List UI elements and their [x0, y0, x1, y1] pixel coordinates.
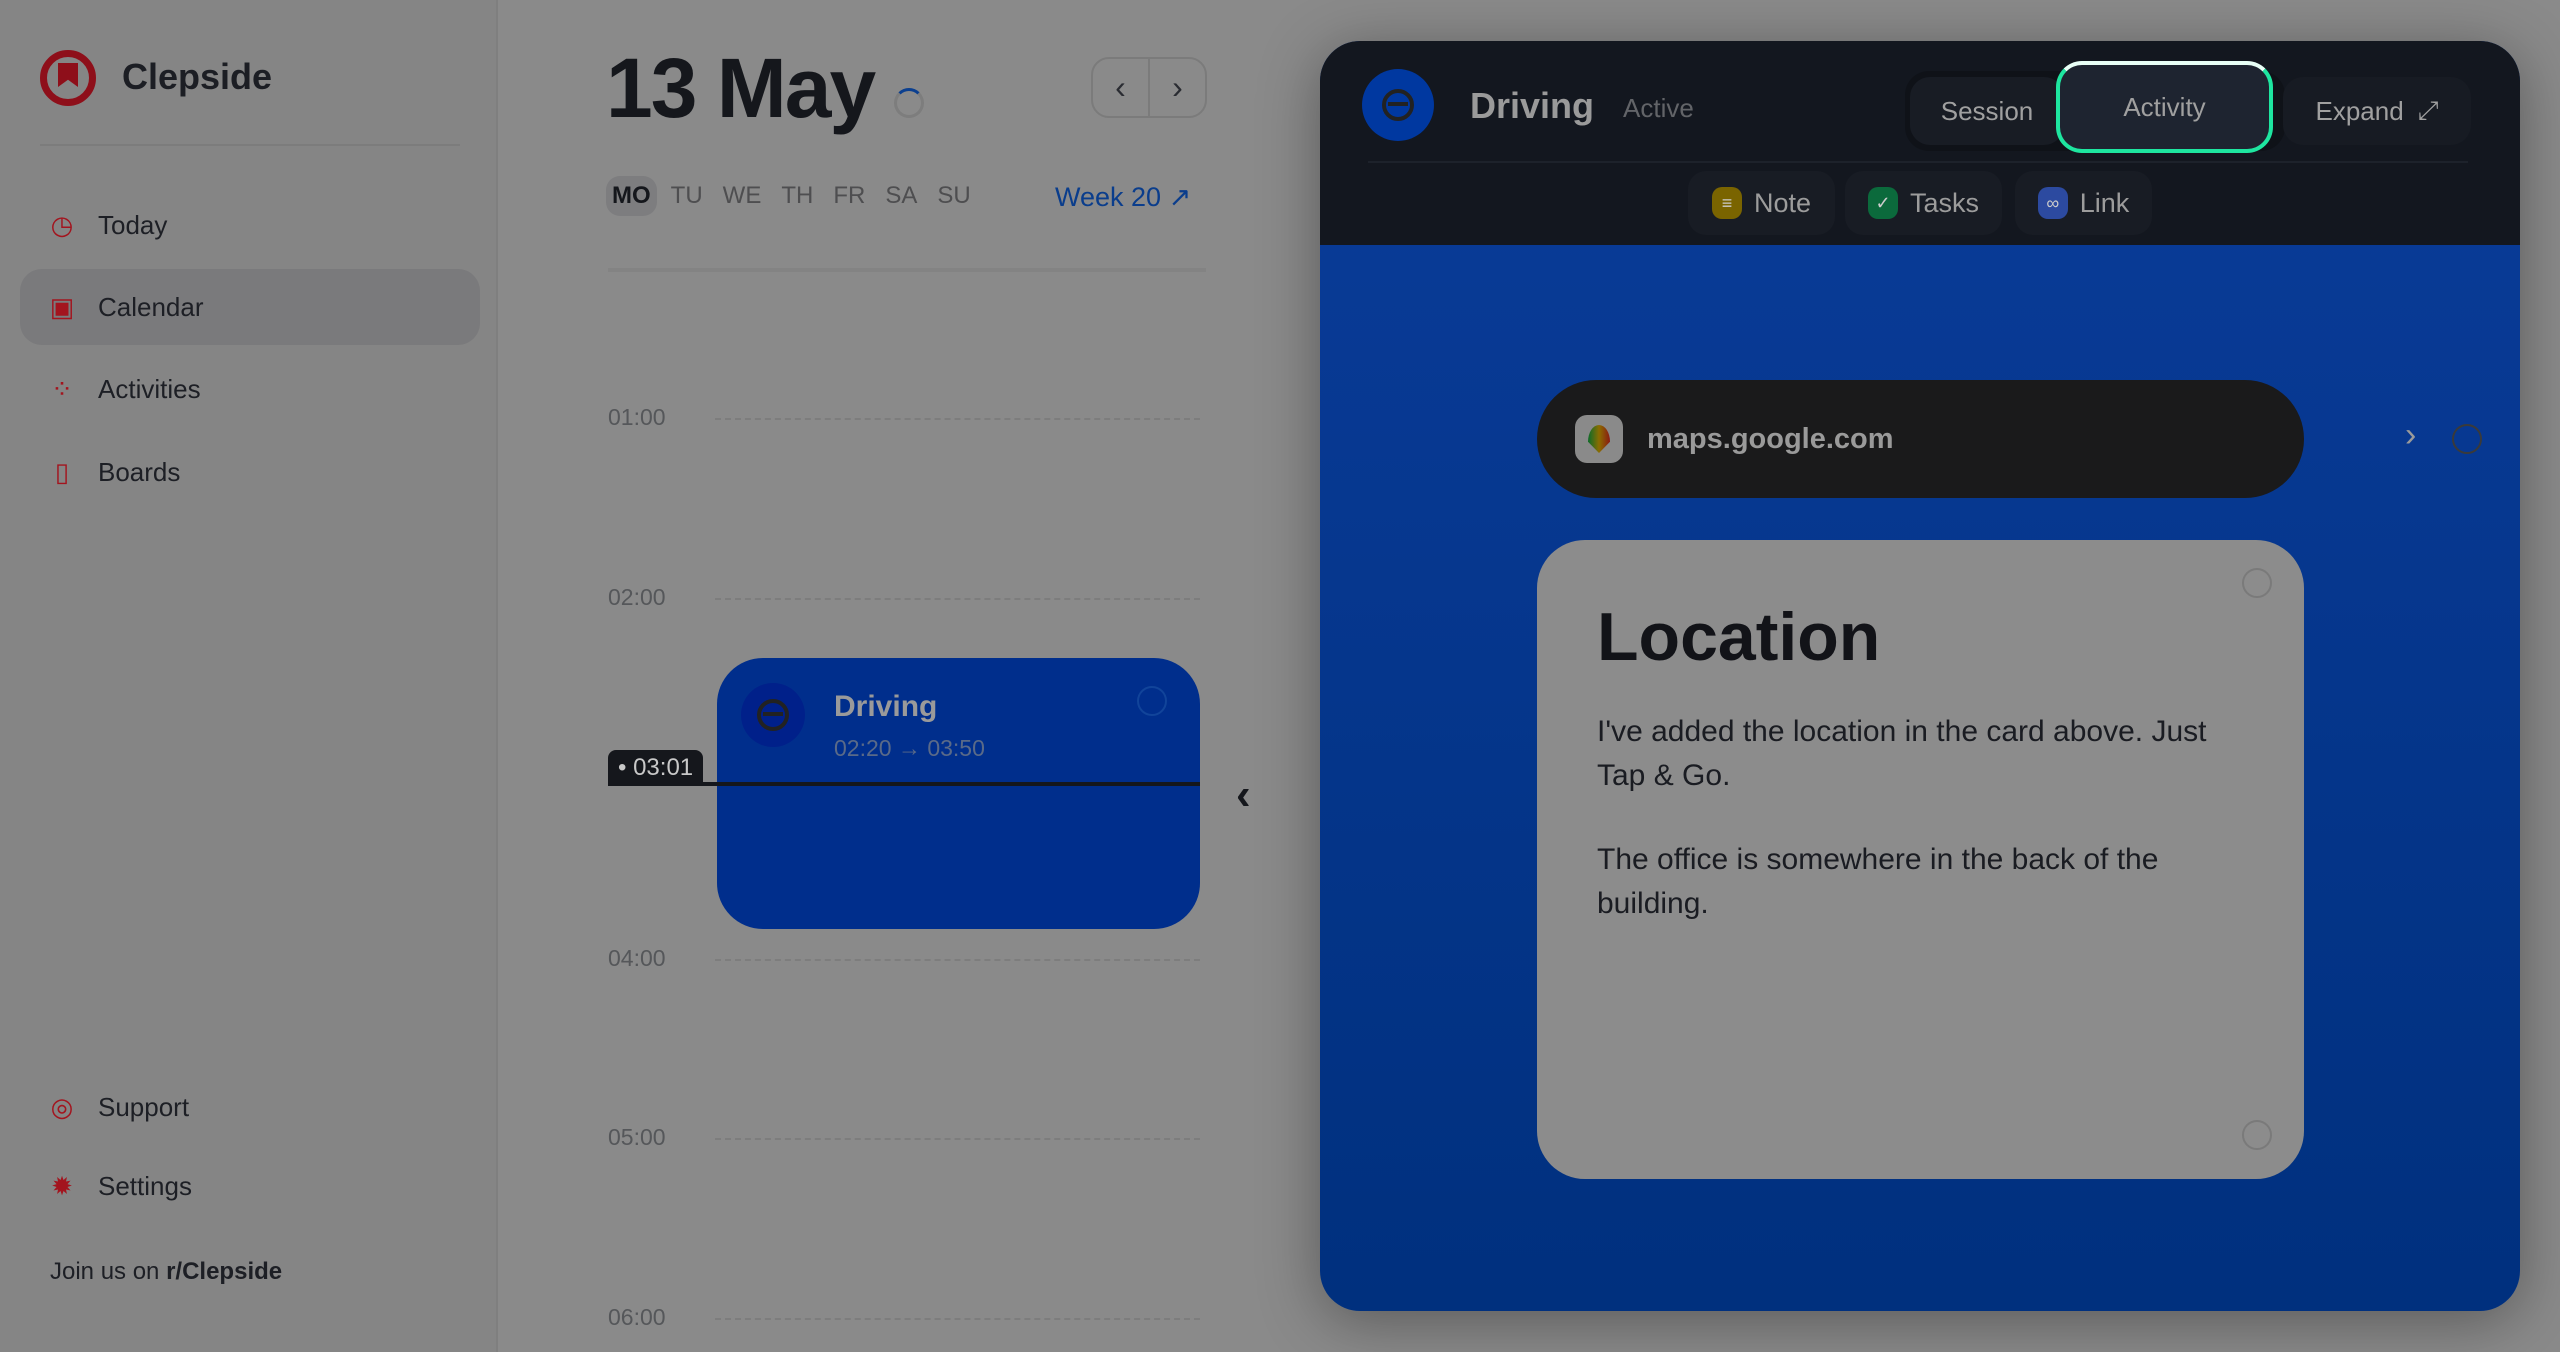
- note-select-checkbox[interactable]: [2242, 568, 2272, 598]
- community-link[interactable]: Join us on r/Clepside: [50, 1258, 282, 1286]
- expand-icon: ⤢: [2417, 95, 2439, 125]
- link-select-checkbox[interactable]: [2452, 424, 2482, 454]
- day-fr[interactable]: FR: [827, 176, 871, 216]
- tool-label: Note: [1753, 187, 1812, 218]
- clepside-logo: [40, 50, 96, 106]
- activity-title: Driving: [1470, 85, 1595, 126]
- current-time: 03:01: [633, 754, 694, 781]
- date-navigation: ‹ ›: [1091, 57, 1207, 118]
- event-title: Driving: [834, 690, 938, 723]
- sidebar-item-today[interactable]: ◷ Today: [20, 187, 480, 263]
- current-time-badge: • 03:01: [608, 750, 704, 786]
- loading-spinner-icon: [894, 88, 924, 118]
- hour-label: 04:00: [608, 945, 666, 971]
- add-link-button[interactable]: ∞ Link: [2015, 171, 2152, 235]
- tab-session[interactable]: Session: [1910, 77, 2064, 145]
- day-su[interactable]: SU: [931, 176, 976, 216]
- collapse-panel-chevron-icon[interactable]: ‹: [1236, 770, 1251, 820]
- chevron-right-icon[interactable]: ›: [2405, 416, 2416, 455]
- note-paragraph: I've added the location in the card abov…: [1597, 715, 2207, 792]
- note-card[interactable]: Location I've added the location in the …: [1537, 540, 2304, 1179]
- weekday-selector: MO TU WE TH FR SA SU: [606, 176, 977, 216]
- event-complete-checkbox[interactable]: [1137, 686, 1167, 716]
- tab-activity[interactable]: Activity: [2056, 61, 2273, 153]
- google-maps-icon: [1575, 415, 1623, 463]
- divider: [40, 144, 460, 146]
- note-title: Location: [1597, 599, 1881, 675]
- check-icon: ✓: [1867, 187, 1898, 219]
- sidebar-item-calendar[interactable]: ▣ Calendar: [20, 269, 480, 345]
- divider: [608, 268, 1206, 272]
- day-we[interactable]: WE: [717, 176, 768, 216]
- note-paragraph: The office is somewhere in the back of t…: [1597, 843, 2159, 920]
- add-tasks-button[interactable]: ✓ Tasks: [1845, 171, 2002, 235]
- boards-icon: ▯: [54, 457, 70, 487]
- sidebar-item-label: Support: [98, 1091, 190, 1122]
- hour-label: 05:00: [608, 1124, 666, 1150]
- join-text: Join us on: [50, 1258, 167, 1285]
- hour-line: [715, 1138, 1200, 1140]
- sidebar-item-label: Settings: [98, 1170, 192, 1201]
- steering-wheel-icon: [757, 699, 789, 731]
- sidebar-item-label: Activities: [98, 373, 201, 404]
- sidebar: Clepside ◷ Today ▣ Calendar ⁘ Activities ▯ B…: [0, 0, 498, 1352]
- note-icon: ≡: [1711, 187, 1742, 219]
- panel-header: Driving Active Session Activity Expand ⤢ …: [1320, 41, 2520, 245]
- link-card[interactable]: maps.google.com ›: [1537, 380, 2482, 498]
- calendar-icon: ▣: [49, 292, 75, 322]
- sidebar-item-label: Calendar: [98, 291, 204, 322]
- subreddit-link[interactable]: r/Clepside: [166, 1258, 282, 1285]
- add-note-button[interactable]: ≡ Note: [1688, 171, 1835, 235]
- activity-panel: Driving Active Session Activity Expand ⤢ …: [1320, 41, 2520, 1311]
- sidebar-item-label: Today: [98, 209, 168, 240]
- divider: [1368, 161, 2468, 163]
- expand-label: Expand: [2315, 95, 2404, 126]
- brand-name: Clepside: [122, 56, 273, 97]
- clock-icon: ◷: [50, 210, 74, 240]
- day-th[interactable]: TH: [775, 176, 819, 216]
- lifebuoy-icon: ◎: [50, 1092, 74, 1122]
- event-avatar: [741, 683, 805, 747]
- link-url: maps.google.com: [1647, 422, 1894, 455]
- hour-label: 01:00: [608, 404, 666, 430]
- next-day-button[interactable]: ›: [1150, 59, 1205, 116]
- hour-line: [715, 418, 1200, 420]
- expand-button[interactable]: Expand ⤢: [2283, 77, 2471, 145]
- tool-label: Link: [2079, 187, 2130, 218]
- sidebar-item-boards[interactable]: ▯ Boards: [20, 434, 480, 510]
- previous-day-button[interactable]: ‹: [1093, 59, 1150, 116]
- hour-line: [715, 959, 1200, 961]
- week-link[interactable]: Week 20 ↗: [1055, 176, 1191, 219]
- activity-status: Active: [1623, 93, 1694, 123]
- link-icon: ∞: [2037, 187, 2068, 219]
- sidebar-item-label: Boards: [98, 456, 181, 487]
- steering-wheel-icon: [1382, 89, 1414, 121]
- note-body: I've added the location in the card abov…: [1597, 710, 2237, 966]
- activities-icon: ⁘: [51, 374, 73, 404]
- page-title: 13 May: [606, 41, 876, 135]
- day-mo[interactable]: MO: [606, 176, 657, 216]
- sidebar-item-support[interactable]: ◎ Support: [20, 1069, 480, 1145]
- sidebar-item-settings[interactable]: ✹ Settings: [20, 1148, 480, 1224]
- activity-avatar: [1362, 69, 1434, 141]
- note-resize-handle[interactable]: [2242, 1120, 2272, 1150]
- calendar-event[interactable]: Driving 02:20 → 03:50: [717, 658, 1200, 929]
- sidebar-item-activities[interactable]: ⁘ Activities: [20, 351, 480, 427]
- hour-label: 02:00: [608, 584, 666, 610]
- gear-icon: ✹: [51, 1171, 73, 1201]
- hour-label: 06:00: [608, 1304, 666, 1330]
- event-time: 02:20 → 03:50: [834, 735, 985, 761]
- hour-line: [715, 1318, 1200, 1320]
- hour-line: [715, 598, 1200, 600]
- day-sa[interactable]: SA: [879, 176, 923, 216]
- day-tu[interactable]: TU: [665, 176, 709, 216]
- tool-label: Tasks: [1909, 187, 1980, 218]
